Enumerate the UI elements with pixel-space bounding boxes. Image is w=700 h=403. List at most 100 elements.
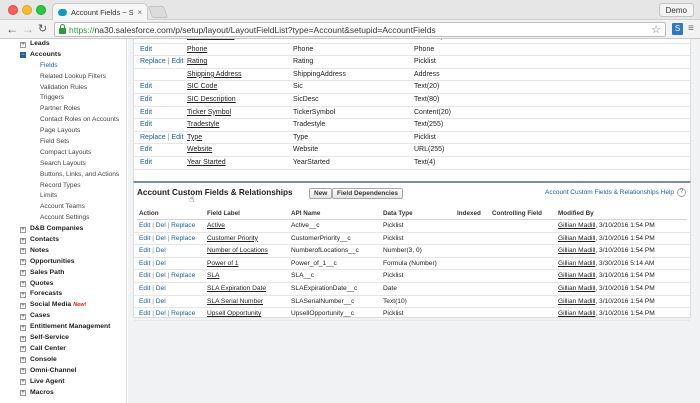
field-label-link[interactable]: Phone [187,44,207,57]
sidebar-item-console[interactable]: + Console [0,355,126,366]
sidebar-item-entitlement-management[interactable]: + Entitlement Management [0,322,126,333]
expand-icon[interactable]: + [20,270,26,277]
sidebar-item-opportunities[interactable]: + Opportunities [0,257,126,268]
replace-link[interactable]: Replace [171,235,195,242]
edit-link[interactable]: Edit [139,272,150,279]
expand-icon[interactable]: + [20,390,26,396]
sidebar-item-validation-rules[interactable]: Validation Rules [0,83,126,94]
sidebar-item-leads[interactable]: + Leads [0,39,126,50]
sidebar-item-compact-layouts[interactable]: Compact Layouts [0,148,126,159]
sidebar-item-macros[interactable]: + Macros [0,388,126,399]
field-label-link[interactable]: SLA [207,270,219,283]
star-icon[interactable]: ☆ [651,23,661,36]
user-link[interactable]: Gillian Madill [558,285,595,292]
minimize-window-button[interactable] [22,5,32,15]
expand-icon[interactable]: + [20,41,26,48]
close-window-button[interactable] [8,5,18,15]
expand-icon[interactable]: + [20,281,26,288]
edit-link[interactable]: Edit [140,46,152,53]
edit-link[interactable]: Edit [139,285,150,292]
expand-icon[interactable]: + [20,226,26,233]
replace-link[interactable]: Replace [171,310,195,317]
edit-link[interactable]: Edit [140,109,152,116]
sidebar-item-page-layouts[interactable]: Page Layouts [0,126,126,137]
edit-link[interactable]: Edit [140,146,152,153]
edit-link[interactable]: Edit [140,83,152,90]
field-label-link[interactable]: SIC Description [187,94,236,107]
field-label-link[interactable]: Upsell Opportunity [207,308,261,321]
field-label-link[interactable]: Shipping Address [187,69,241,82]
edit-link[interactable]: Edit [171,58,183,65]
edit-link[interactable]: Edit [140,39,152,40]
sidebar-item-partner-roles[interactable]: Partner Roles [0,104,126,115]
sidebar-item-self-service[interactable]: + Self-Service [0,333,126,344]
extension-icon[interactable]: S [672,23,683,35]
field-label-link[interactable]: Customer Priority [207,233,258,246]
sidebar-item-forecasts[interactable]: + Forecasts [0,289,126,300]
edit-link[interactable]: Edit [140,121,152,128]
del-link[interactable]: Del [156,272,166,279]
user-link[interactable]: Gillian Madill [558,298,595,305]
user-link[interactable]: Gillian Madill [558,222,595,229]
help-icon[interactable]: ? [677,188,686,197]
help-link[interactable]: Account Custom Fields & Relationships He… [545,189,674,196]
new-field-button[interactable]: New [309,188,333,199]
new-tab-button[interactable] [147,6,169,18]
sidebar-item-live-agent[interactable]: + Live Agent [0,377,126,388]
sidebar-item-sales-path[interactable]: + Sales Path [0,268,126,279]
edit-link[interactable]: Edit [139,310,150,317]
field-label-link[interactable]: Website [187,144,212,157]
expand-icon[interactable]: + [20,335,26,342]
edit-link[interactable]: Edit [139,222,150,229]
expand-icon[interactable]: + [20,291,26,298]
expand-icon[interactable]: + [20,346,26,353]
edit-link[interactable]: Edit [139,298,150,305]
field-label-link[interactable]: Tradestyle [187,119,219,132]
expand-icon[interactable]: + [20,259,26,266]
user-link[interactable]: Gillian Madill [558,260,595,267]
expand-icon[interactable]: + [20,302,26,309]
sidebar-item-related-lookup-filters[interactable]: Related Lookup Filters [0,72,126,83]
expand-icon[interactable]: + [20,248,26,255]
forward-icon[interactable]: → [22,22,34,36]
sidebar-item-search-layouts[interactable]: Search Layouts [0,159,126,170]
user-link[interactable]: Gillian Madill [558,247,595,254]
sidebar-item-contacts[interactable]: + Contacts [0,235,126,246]
edit-link[interactable]: Edit [139,235,150,242]
del-link[interactable]: Del [156,298,166,305]
field-label-link[interactable]: SLA Serial Number [207,296,263,309]
field-label-link[interactable]: Number of Locations [207,245,268,258]
sidebar-item-d-b-companies[interactable]: + D&B Companies [0,224,126,235]
user-link[interactable]: Gillian Madill [558,310,595,317]
field-label-link[interactable]: Active [207,220,225,233]
replace-link[interactable]: Replace [171,272,195,279]
reload-icon[interactable]: ↻ [38,22,47,36]
sidebar-item-account-settings[interactable]: Account Settings [0,213,126,224]
collapse-icon[interactable]: − [20,52,26,59]
sidebar-item-accounts[interactable]: − Accounts [0,50,126,61]
sidebar-item-buttons-links-and-actions[interactable]: Buttons, Links, and Actions [0,170,126,181]
del-link[interactable]: Del [156,247,166,254]
expand-icon[interactable]: + [20,313,26,320]
field-label-link[interactable]: SIC Code [187,81,217,94]
sidebar-item-account-teams[interactable]: Account Teams [0,202,126,213]
del-link[interactable]: Del [156,222,166,229]
sidebar-item-record-types[interactable]: Record Types [0,181,126,192]
replace-link[interactable]: Replace [140,58,166,65]
field-label-link[interactable]: Type [187,132,202,145]
field-label-link[interactable]: Power of 1 [207,258,239,271]
edit-link[interactable]: Edit [140,159,152,166]
sidebar-item-notes[interactable]: + Notes [0,246,126,257]
expand-icon[interactable]: + [20,357,26,364]
address-bar[interactable]: https://na30.salesforce.com/p/setup/layo… [54,22,666,37]
field-label-link[interactable]: Rating [187,56,207,69]
edit-link[interactable]: Edit [140,96,152,103]
del-link[interactable]: Del [156,260,166,267]
field-label-link[interactable]: SLA Expiration Date [207,283,266,296]
menu-icon[interactable]: ≡ [688,23,696,35]
edit-link[interactable]: Edit [171,134,183,141]
tab-close-icon[interactable]: × [137,8,142,17]
replace-link[interactable]: Replace [171,222,195,229]
sidebar-item-triggers[interactable]: Triggers [0,93,126,104]
user-link[interactable]: Gillian Madill [558,272,595,279]
